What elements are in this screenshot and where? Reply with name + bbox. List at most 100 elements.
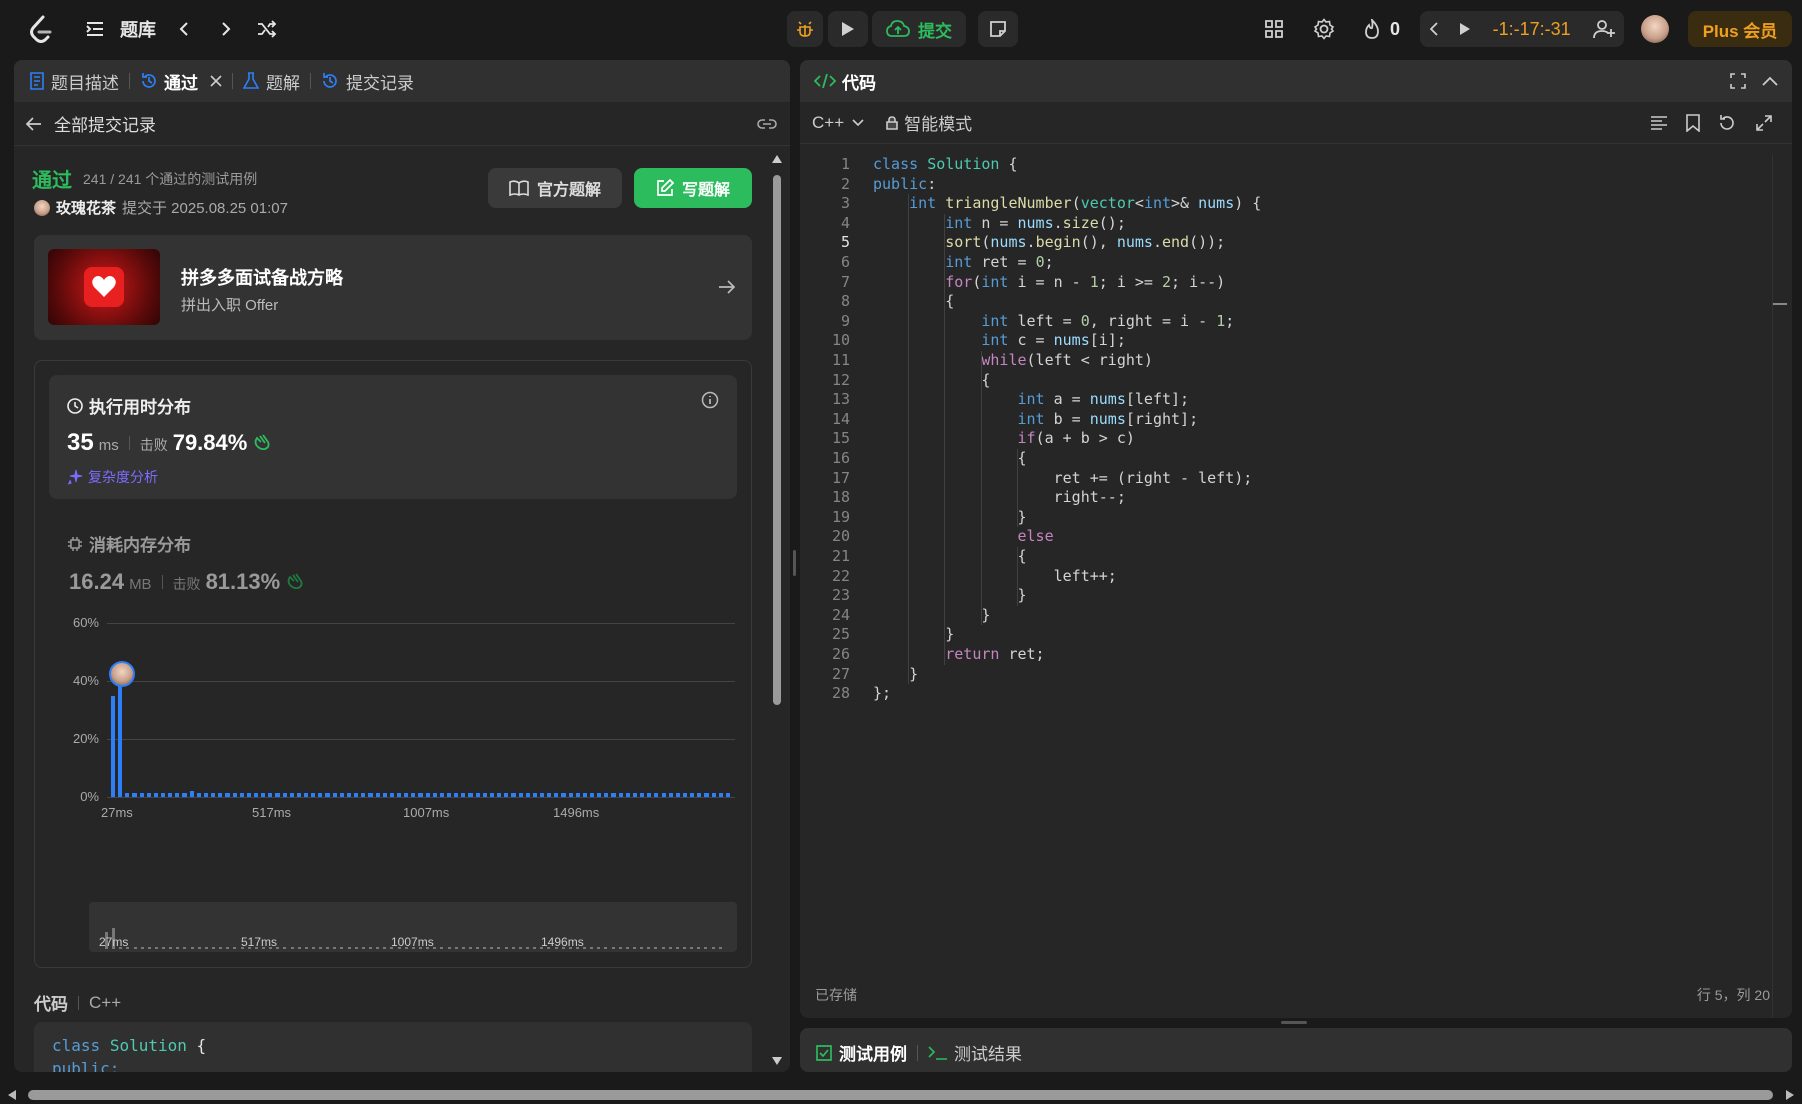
chart-bar[interactable]	[318, 792, 323, 797]
chart-bar[interactable]	[289, 792, 294, 797]
chart-bar[interactable]	[146, 792, 151, 797]
scroll-left-icon[interactable]	[8, 1090, 16, 1100]
code-line[interactable]: {	[873, 547, 1026, 565]
chart-bar[interactable]	[711, 792, 716, 797]
notes-icon[interactable]	[978, 11, 1018, 47]
code-line[interactable]: class Solution {	[873, 155, 1018, 173]
add-friend-icon[interactable]	[1584, 11, 1624, 47]
official-solution-button[interactable]: 官方题解	[488, 168, 622, 208]
user-avatar[interactable]	[1641, 11, 1669, 47]
chart-bar[interactable]	[468, 792, 473, 797]
chart-bar[interactable]	[375, 792, 380, 797]
settings-gear-icon[interactable]	[1312, 11, 1336, 47]
chart-bar[interactable]	[661, 792, 666, 797]
chart-bar[interactable]	[725, 792, 730, 797]
code-line[interactable]: while(left < right)	[873, 351, 1153, 369]
chart-bar[interactable]	[111, 695, 116, 797]
chart-bar[interactable]	[497, 792, 502, 797]
code-line[interactable]: int a = nums[left];	[873, 390, 1190, 408]
chart-bar[interactable]	[418, 792, 423, 797]
chart-bar[interactable]	[132, 792, 137, 797]
chart-bar[interactable]	[246, 792, 251, 797]
chart-bar[interactable]	[189, 791, 194, 797]
tab-testcase[interactable]: 测试用例	[816, 1040, 907, 1065]
chart-bar[interactable]	[175, 792, 180, 797]
chart-bar[interactable]	[196, 792, 201, 797]
chart-bar[interactable]	[268, 792, 273, 797]
chart-bar[interactable]	[539, 792, 545, 797]
left-scroll-thumb[interactable]	[773, 175, 781, 705]
code-line[interactable]: {	[873, 371, 990, 389]
code-line[interactable]: };	[873, 684, 891, 702]
chart-bar[interactable]	[404, 792, 409, 797]
chart-bar[interactable]	[239, 792, 244, 797]
window-scrollbar[interactable]	[0, 1086, 1802, 1104]
chart-bar[interactable]	[118, 675, 123, 797]
chart-bar[interactable]	[582, 792, 587, 797]
code-line[interactable]: public:	[873, 175, 936, 193]
chart-bar[interactable]	[225, 792, 230, 797]
chart-bar[interactable]	[168, 792, 173, 797]
chart-bar[interactable]	[504, 792, 509, 797]
chart-bar[interactable]	[304, 792, 309, 797]
code-line[interactable]: right--;	[873, 488, 1126, 506]
code-line[interactable]: if(a + b > c)	[873, 429, 1135, 447]
streak-fire-icon[interactable]	[1360, 11, 1384, 47]
tab-test-result[interactable]: 测试结果	[928, 1040, 1022, 1065]
chart-bar[interactable]	[396, 792, 402, 797]
chart-bar[interactable]	[604, 792, 609, 797]
leetcode-logo-icon[interactable]	[24, 11, 58, 47]
code-line[interactable]: }	[873, 508, 1026, 526]
back-arrow-icon[interactable]	[26, 116, 42, 131]
code-line[interactable]: {	[873, 449, 1026, 467]
submitter-avatar[interactable]	[34, 199, 50, 216]
code-line[interactable]: int c = nums[i];	[873, 331, 1126, 349]
chart-bar[interactable]	[625, 792, 630, 797]
code-line[interactable]: }	[873, 625, 954, 643]
list-icon[interactable]	[84, 11, 106, 47]
chart-bar[interactable]	[382, 792, 387, 797]
chart-bar[interactable]	[325, 792, 330, 797]
chart-bar[interactable]	[161, 792, 166, 797]
expand-icon[interactable]	[1756, 114, 1772, 131]
chart-bar[interactable]	[718, 792, 723, 797]
chart-bar[interactable]	[346, 792, 352, 797]
scroll-right-icon[interactable]	[1786, 1090, 1794, 1100]
code-line[interactable]: int triangleNumber(vector<int>& nums) {	[873, 194, 1261, 212]
run-button[interactable]	[828, 11, 868, 47]
scroll-up-icon[interactable]	[772, 155, 782, 163]
tab-solutions[interactable]: 题解	[243, 69, 300, 94]
chart-bar[interactable]	[675, 792, 680, 797]
chart-bar[interactable]	[532, 792, 537, 797]
plus-membership-button[interactable]: Plus 会员	[1688, 11, 1792, 47]
problem-bank-link[interactable]: 题库	[118, 11, 158, 47]
chart-bar[interactable]	[561, 792, 566, 797]
code-line[interactable]: int ret = 0;	[873, 253, 1053, 271]
maximize-icon[interactable]	[1730, 73, 1746, 89]
code-line[interactable]: sort(nums.begin(), nums.end());	[873, 233, 1225, 251]
tab-submissions[interactable]: 提交记录	[321, 69, 414, 94]
code-line[interactable]: for(int i = n - 1; i >= 2; i--)	[873, 273, 1225, 291]
submitter-name[interactable]: 玫瑰花茶	[56, 197, 116, 218]
chart-bar[interactable]	[525, 792, 530, 797]
code-editor[interactable]: 1 class Solution {2 public: 3 int triangleN…	[800, 155, 1770, 715]
chart-bar[interactable]	[640, 792, 645, 797]
chart-bar[interactable]	[482, 792, 487, 797]
chart-bar[interactable]	[218, 792, 223, 797]
chart-bar[interactable]	[704, 792, 709, 797]
code-line[interactable]: int n = nums.size();	[873, 214, 1126, 232]
code-line[interactable]: int b = nums[right];	[873, 410, 1199, 428]
chart-bar[interactable]	[275, 792, 280, 797]
chart-bar[interactable]	[153, 792, 159, 797]
submit-button[interactable]: 提交	[872, 11, 966, 47]
chart-range-slider[interactable]: 27ms 517ms 1007ms 1496ms	[89, 902, 737, 952]
chart-bar[interactable]	[568, 792, 573, 797]
chart-bar[interactable]	[232, 792, 237, 797]
chart-bar[interactable]	[139, 792, 144, 797]
chart-bar[interactable]	[475, 792, 480, 797]
editor-scrollbar[interactable]	[1772, 155, 1787, 1018]
chart-bar[interactable]	[182, 792, 187, 797]
reset-code-icon[interactable]	[1718, 114, 1736, 132]
chart-bar[interactable]	[389, 792, 394, 797]
smart-mode-toggle[interactable]: 智能模式	[886, 110, 972, 135]
